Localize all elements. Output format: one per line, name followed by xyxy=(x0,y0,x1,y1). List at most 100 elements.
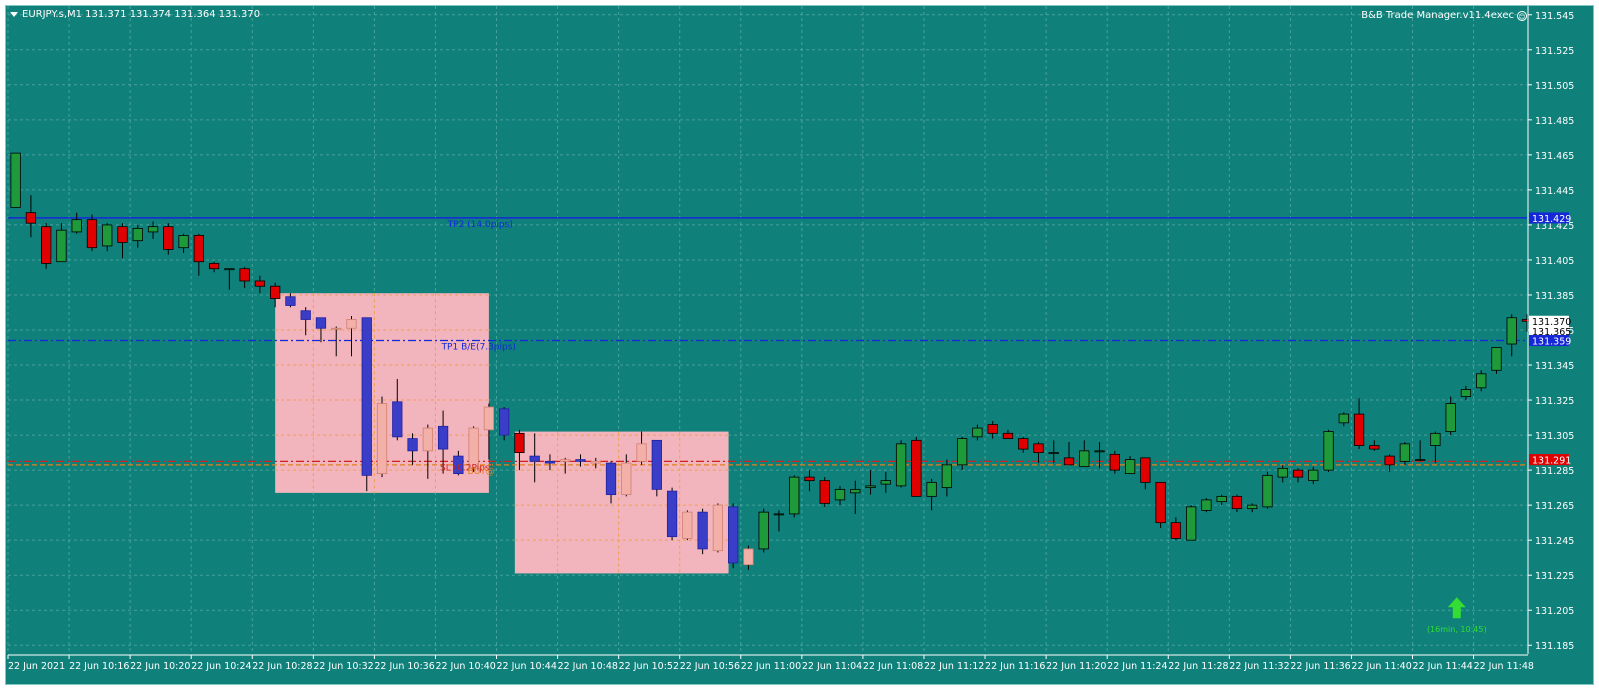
candle xyxy=(834,485,846,506)
candle xyxy=(1308,466,1319,485)
bull-candle-body xyxy=(590,460,601,464)
chart-window[interactable]: TP2 (14.0pips) TP1 B/E(7.3pips) SL (0.2Pip… xyxy=(5,5,1594,685)
candle xyxy=(178,233,189,253)
bear-candle-body xyxy=(499,408,510,436)
bear-candle-body xyxy=(1231,495,1243,510)
bear-candle-body xyxy=(544,460,556,464)
bear-candle-body xyxy=(193,235,204,263)
bull-candle-body xyxy=(1048,452,1059,454)
price-tick-label: 131.485 xyxy=(1535,116,1574,127)
candle xyxy=(926,478,937,511)
price-tick-label: 131.505 xyxy=(1535,81,1574,92)
bull-candle-body xyxy=(834,488,846,501)
candle xyxy=(697,508,708,555)
bull-candle-body xyxy=(1476,373,1487,389)
bear-candle-body xyxy=(911,439,922,497)
bull-candle-body xyxy=(850,488,861,494)
candle xyxy=(1186,505,1197,541)
candle xyxy=(819,477,830,507)
bull-candle-body xyxy=(178,235,189,249)
candle xyxy=(1048,440,1059,464)
expert-advisor-name: B&B Trade Manager.v11.4exec xyxy=(1361,10,1514,21)
candle xyxy=(850,480,861,514)
bear-candle-body xyxy=(804,476,815,482)
candle xyxy=(865,470,876,495)
price-tick-label: 131.265 xyxy=(1535,501,1574,512)
candle xyxy=(1430,431,1441,464)
candle xyxy=(117,223,128,259)
price-tick-label: 131.325 xyxy=(1535,396,1574,407)
bull-candle-body xyxy=(789,476,800,515)
expert-advisor-label: B&B Trade Manager.v11.4exec ☺ xyxy=(1361,10,1527,21)
time-tick-label: 22 Jun 10:16 xyxy=(69,661,129,672)
candle xyxy=(1460,386,1472,401)
candle xyxy=(208,261,220,273)
candle xyxy=(163,223,174,255)
bull-candle-body xyxy=(941,464,953,489)
time-tick-label: 22 Jun 10:40 xyxy=(435,661,495,672)
candle xyxy=(1399,442,1411,465)
time-tick-label: 22 Jun 10:24 xyxy=(191,661,251,672)
smiley-icon[interactable]: ☺ xyxy=(1517,10,1527,21)
candle xyxy=(1109,450,1120,474)
candle xyxy=(147,221,159,239)
bull-candle-body xyxy=(972,427,983,438)
bear-candle-body xyxy=(1155,481,1166,524)
bear-candle-body xyxy=(651,439,662,490)
time-tick-label: 22 Jun 10:20 xyxy=(130,661,190,672)
bear-candle-body xyxy=(697,511,708,550)
candle xyxy=(743,545,754,570)
time-tick-label: 22 Jun 11:48 xyxy=(1474,661,1534,672)
price-tick-label: 131.465 xyxy=(1535,151,1574,162)
candle xyxy=(880,471,891,493)
candle xyxy=(1018,436,1029,453)
bear-candle-body xyxy=(1170,522,1182,539)
bear-candle-body xyxy=(1063,457,1075,466)
bear-candle-body xyxy=(605,462,617,496)
time-tick-label: 22 Jun 10:36 xyxy=(374,661,434,672)
bull-candle-body xyxy=(147,226,159,233)
bear-candle-body xyxy=(1369,445,1380,450)
bull-candle-body xyxy=(422,427,433,452)
candle xyxy=(71,212,82,234)
bear-candle-body xyxy=(270,285,281,299)
candle xyxy=(361,317,372,492)
bull-candle-body xyxy=(560,459,571,462)
bull-candle-body xyxy=(880,480,891,485)
candle xyxy=(651,439,662,497)
bull-candle-body xyxy=(1124,459,1136,475)
bear-candle-body xyxy=(163,226,174,250)
price-tick-label: 131.405 xyxy=(1535,256,1574,267)
price-tick-label: 131.385 xyxy=(1535,291,1574,302)
bull-candle-body xyxy=(1201,499,1212,511)
candle xyxy=(941,459,953,497)
candle xyxy=(728,503,739,569)
candle xyxy=(666,487,678,541)
bull-candle-body xyxy=(346,319,357,329)
bear-candle-body xyxy=(117,226,128,243)
candle xyxy=(132,224,143,248)
candle xyxy=(86,214,98,252)
candle xyxy=(376,396,388,478)
bear-candle-body xyxy=(728,506,739,564)
price-tick-label: 131.185 xyxy=(1535,641,1574,652)
bear-candle-body xyxy=(208,263,220,270)
candle xyxy=(1353,398,1365,450)
bull-candle-body xyxy=(1323,431,1334,471)
bull-candle-body xyxy=(224,268,235,271)
candle xyxy=(193,233,204,276)
bull-candle-body xyxy=(1506,317,1517,345)
bear-candle-body xyxy=(987,424,998,434)
bear-candle-body xyxy=(392,401,403,438)
candle xyxy=(773,510,785,532)
bull-candle-body xyxy=(483,406,495,431)
candle xyxy=(25,195,37,238)
price-tick-label: 131.245 xyxy=(1535,536,1574,547)
bull-candle-body xyxy=(1430,432,1441,446)
candle xyxy=(895,440,907,488)
price-chart[interactable]: TP2 (14.0pips)TP1 B/E(7.3pips)SL (0.2Pip… xyxy=(6,6,1593,684)
bear-candle-body xyxy=(407,438,418,452)
candle xyxy=(1140,457,1151,490)
chevron-down-icon[interactable] xyxy=(10,12,18,17)
bull-candle-body xyxy=(1338,413,1349,424)
